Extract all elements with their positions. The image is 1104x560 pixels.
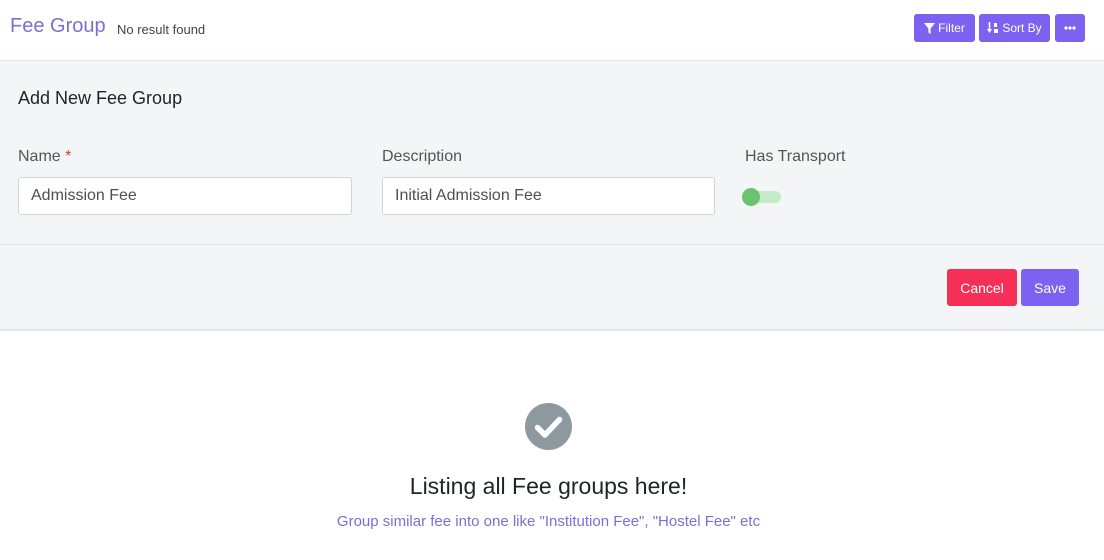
more-options-button[interactable] <box>1055 14 1085 42</box>
sort-icon <box>987 22 999 34</box>
name-label-text: Name <box>18 148 61 165</box>
sort-by-button[interactable]: Sort By <box>979 14 1050 42</box>
required-mark: * <box>65 148 72 165</box>
name-input[interactable] <box>18 177 352 215</box>
check-circle-icon <box>525 403 572 450</box>
filter-label: Filter <box>938 21 965 35</box>
page-title: Fee Group <box>10 15 106 37</box>
has-transport-toggle[interactable] <box>742 186 782 206</box>
filter-icon <box>924 22 936 34</box>
has-transport-label: Has Transport <box>745 148 846 165</box>
name-label: Name * <box>18 147 71 167</box>
description-label: Description <box>382 148 463 165</box>
filter-button[interactable]: Filter <box>914 14 975 42</box>
toggle-knob <box>742 188 760 206</box>
empty-state-title: Listing all Fee groups here! <box>409 473 688 499</box>
sort-label: Sort By <box>1002 21 1042 35</box>
form-divider <box>0 244 1104 245</box>
add-fee-group-form: Add New Fee Group Name * Description Has… <box>0 61 1104 331</box>
more-icon <box>1064 26 1076 30</box>
page-header: Fee Group No result found Filter Sort By <box>0 0 1104 61</box>
empty-state-subtitle: Group similar fee into one like "Institu… <box>336 513 761 530</box>
save-button[interactable]: Save <box>1021 269 1079 306</box>
result-count: No result found <box>117 22 206 37</box>
form-heading: Add New Fee Group <box>18 88 183 108</box>
cancel-button[interactable]: Cancel <box>947 269 1017 306</box>
description-input[interactable] <box>382 177 715 215</box>
